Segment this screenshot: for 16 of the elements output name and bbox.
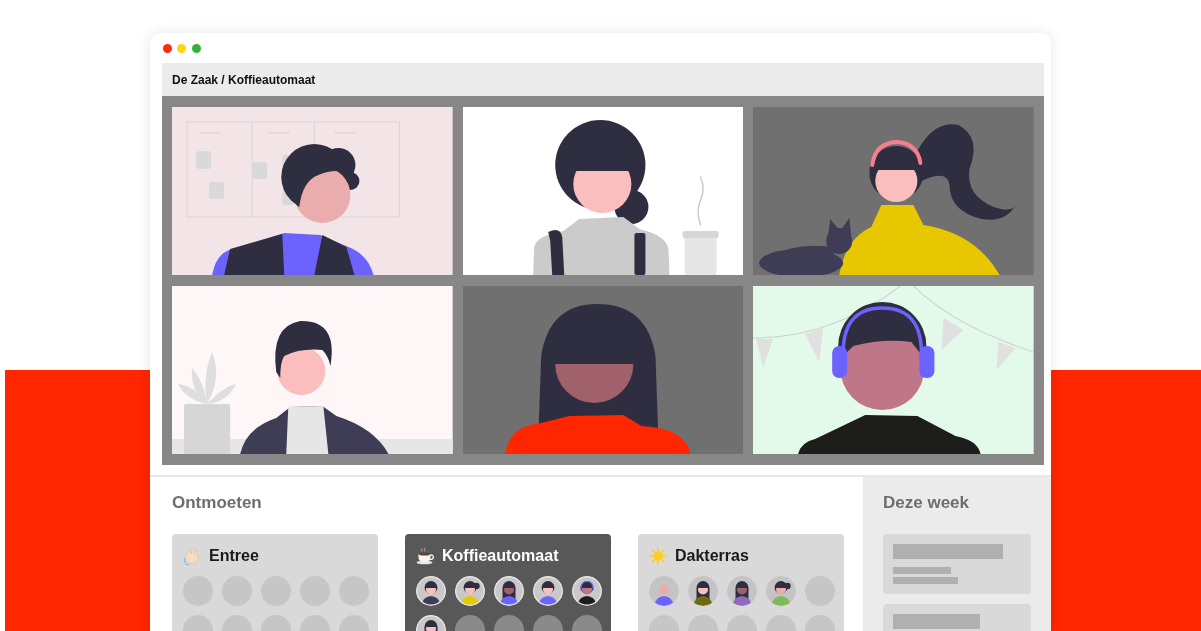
text-placeholder-bar: [893, 577, 958, 584]
close-icon[interactable]: [162, 43, 172, 53]
maximize-icon[interactable]: [191, 43, 201, 53]
room-card[interactable]: Entree: [172, 534, 378, 631]
room-name: Koffieautomaat: [442, 547, 559, 565]
room-name: Dakterras: [675, 547, 749, 565]
text-placeholder-bar: [893, 567, 951, 574]
coffee-cup-icon: [416, 547, 434, 565]
section-heading: Ontmoeten: [172, 493, 263, 513]
room-card[interactable]: Koffieautomaat: [405, 534, 611, 631]
room-name: Entree: [209, 547, 259, 565]
waving-hand-icon: [183, 547, 201, 565]
breadcrumb: De Zaak / Koffieautomaat: [172, 72, 316, 87]
sun-icon: [649, 547, 667, 565]
room-card[interactable]: Dakterras: [638, 534, 844, 631]
sidebar-heading: Deze week: [883, 493, 970, 513]
